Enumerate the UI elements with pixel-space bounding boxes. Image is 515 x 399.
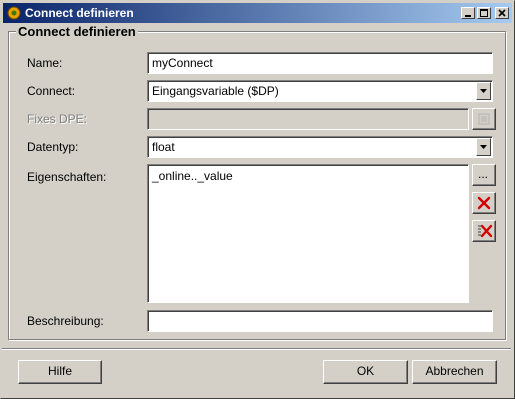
minimize-icon [465, 15, 471, 17]
help-button[interactable]: Hilfe [18, 360, 102, 384]
browse-button[interactable]: ... [472, 164, 496, 186]
gear-icon [7, 6, 21, 20]
datentyp-select-value: float [152, 140, 175, 154]
datentyp-label: Datentyp: [27, 140, 79, 154]
maximize-button[interactable] [477, 7, 491, 19]
chevron-down-icon [480, 89, 487, 93]
red-x-list-icon [478, 224, 493, 238]
datapoint-picker-icon [478, 113, 490, 125]
delete-property-button[interactable] [472, 192, 496, 214]
beschreibung-input[interactable] [147, 310, 493, 332]
connect-select-value: Eingangsvariable ($DP) [152, 84, 279, 98]
name-label: Name: [27, 56, 63, 70]
beschreibung-label: Beschreibung: [27, 314, 104, 328]
fixes-dpe-picker-button [472, 108, 496, 130]
cancel-button[interactable]: Abbrechen [412, 360, 497, 384]
connect-select[interactable]: Eingangsvariable ($DP) [147, 80, 493, 102]
minimize-button[interactable] [461, 7, 475, 19]
chevron-down-icon [480, 145, 487, 149]
name-input[interactable]: myConnect [147, 52, 493, 74]
ok-button[interactable]: OK [323, 360, 408, 384]
eigenschaften-label: Eigenschaften: [27, 170, 107, 184]
button-separator [2, 348, 511, 350]
browse-button-label: ... [478, 167, 489, 181]
eigenschaften-list[interactable]: _online.._value [147, 164, 469, 303]
name-input-value: myConnect [152, 56, 213, 70]
datentyp-select[interactable]: float [147, 136, 493, 158]
list-item[interactable]: _online.._value [152, 169, 233, 183]
window-title: Connect definieren [25, 6, 134, 20]
maximize-icon [480, 9, 488, 17]
delete-all-properties-button[interactable] [472, 220, 496, 242]
title-bar[interactable]: Connect definieren [3, 3, 512, 23]
fixes-dpe-label: Fixes DPE: [27, 112, 88, 126]
group-title: Connect definieren [16, 24, 138, 39]
connect-label: Connect: [27, 84, 76, 98]
red-x-icon [477, 196, 491, 210]
connect-dropdown-button[interactable] [476, 82, 491, 100]
datentyp-dropdown-button[interactable] [476, 138, 491, 156]
close-button[interactable] [495, 7, 509, 19]
close-icon [498, 9, 506, 17]
fixes-dpe-input [147, 108, 469, 130]
